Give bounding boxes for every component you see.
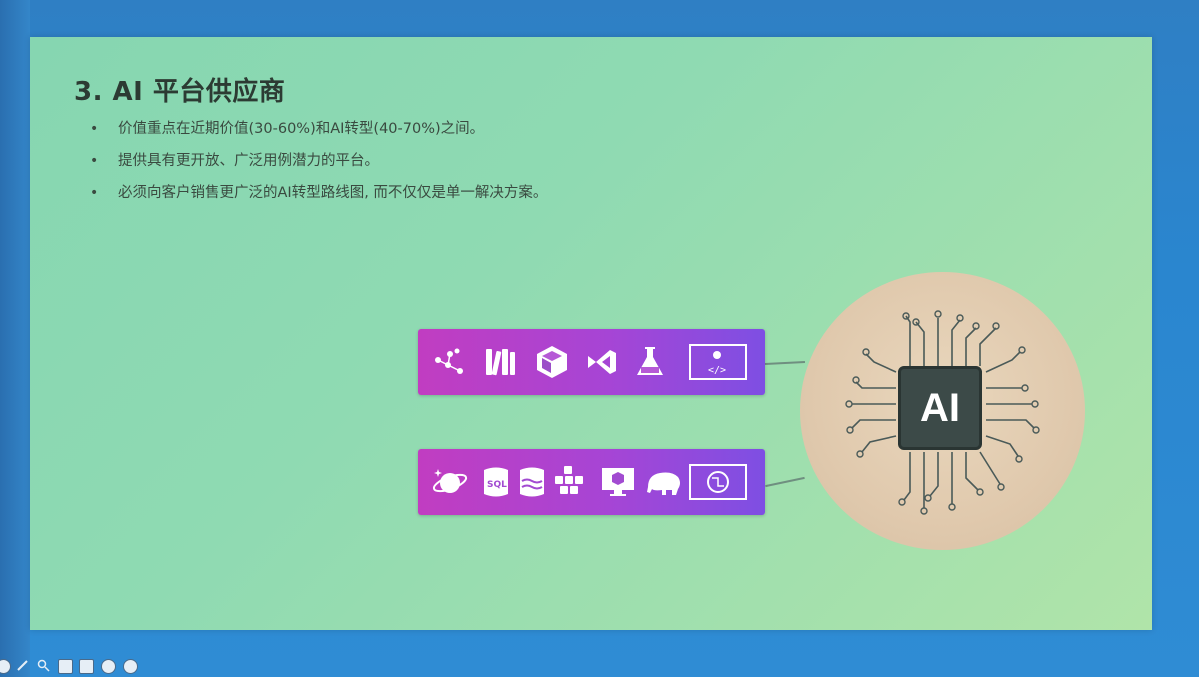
connector-line-bottom (765, 476, 805, 488)
presentation-toolbar (0, 656, 160, 677)
svg-text:SQL: SQL (487, 480, 507, 490)
bullet-marker: • (90, 153, 99, 169)
more-icon[interactable] (101, 659, 116, 674)
planet-sparkle-icon (430, 463, 470, 501)
sql-database-icon: SQL (476, 463, 516, 501)
azure-ai-tools-bar: </> (418, 329, 765, 395)
azure-data-services-bar: SQL (418, 449, 765, 515)
presentation-slide: 3. AI 平台供应商 • 价值重点在近期价值(30-60%)和AI转型(40-… (30, 37, 1152, 630)
screen-frame (0, 0, 30, 677)
cluster-nodes-icon (550, 463, 590, 501)
prev-icon[interactable] (0, 659, 11, 674)
code-settings-icon: </> (688, 343, 750, 381)
hadoop-elephant-icon (644, 463, 684, 501)
bullet-list: • 价值重点在近期价值(30-60%)和AI转型(40-70%)之间。 • 提供… (88, 117, 547, 213)
camera-icon[interactable] (79, 659, 94, 674)
svg-text:</>: </> (708, 365, 726, 376)
circuit-chip-icon (688, 463, 750, 501)
cube-icon (532, 343, 572, 381)
visual-studio-icon (582, 343, 622, 381)
next-icon[interactable] (123, 659, 138, 674)
bullet-item: • 必须向客户销售更广泛的AI转型路线图, 而不仅仅是单一解决方案。 (88, 181, 547, 213)
grid-icon[interactable] (58, 659, 73, 674)
bullet-text: 必须向客户销售更广泛的AI转型路线图, 而不仅仅是单一解决方案。 (118, 185, 548, 201)
ai-chip-label: AI (898, 366, 982, 450)
bullet-marker: • (90, 121, 99, 137)
bullet-text: 提供具有更开放、广泛用例潜力的平台。 (118, 153, 379, 169)
pen-icon[interactable] (16, 659, 31, 674)
library-books-icon (480, 343, 520, 381)
bullet-text: 价值重点在近期价值(30-60%)和AI转型(40-70%)之间。 (118, 121, 485, 137)
zoom-icon[interactable] (37, 659, 52, 674)
ai-chip-illustration: AI (800, 272, 1085, 550)
monitor-cube-icon (598, 463, 638, 501)
bullet-marker: • (90, 185, 99, 201)
slide-title: 3. AI 平台供应商 (74, 77, 286, 107)
data-lake-icon (512, 463, 552, 501)
network-graph-icon (430, 343, 470, 381)
flask-icon (630, 343, 670, 381)
bullet-item: • 提供具有更开放、广泛用例潜力的平台。 (88, 149, 547, 181)
bullet-item: • 价值重点在近期价值(30-60%)和AI转型(40-70%)之间。 (88, 117, 547, 149)
